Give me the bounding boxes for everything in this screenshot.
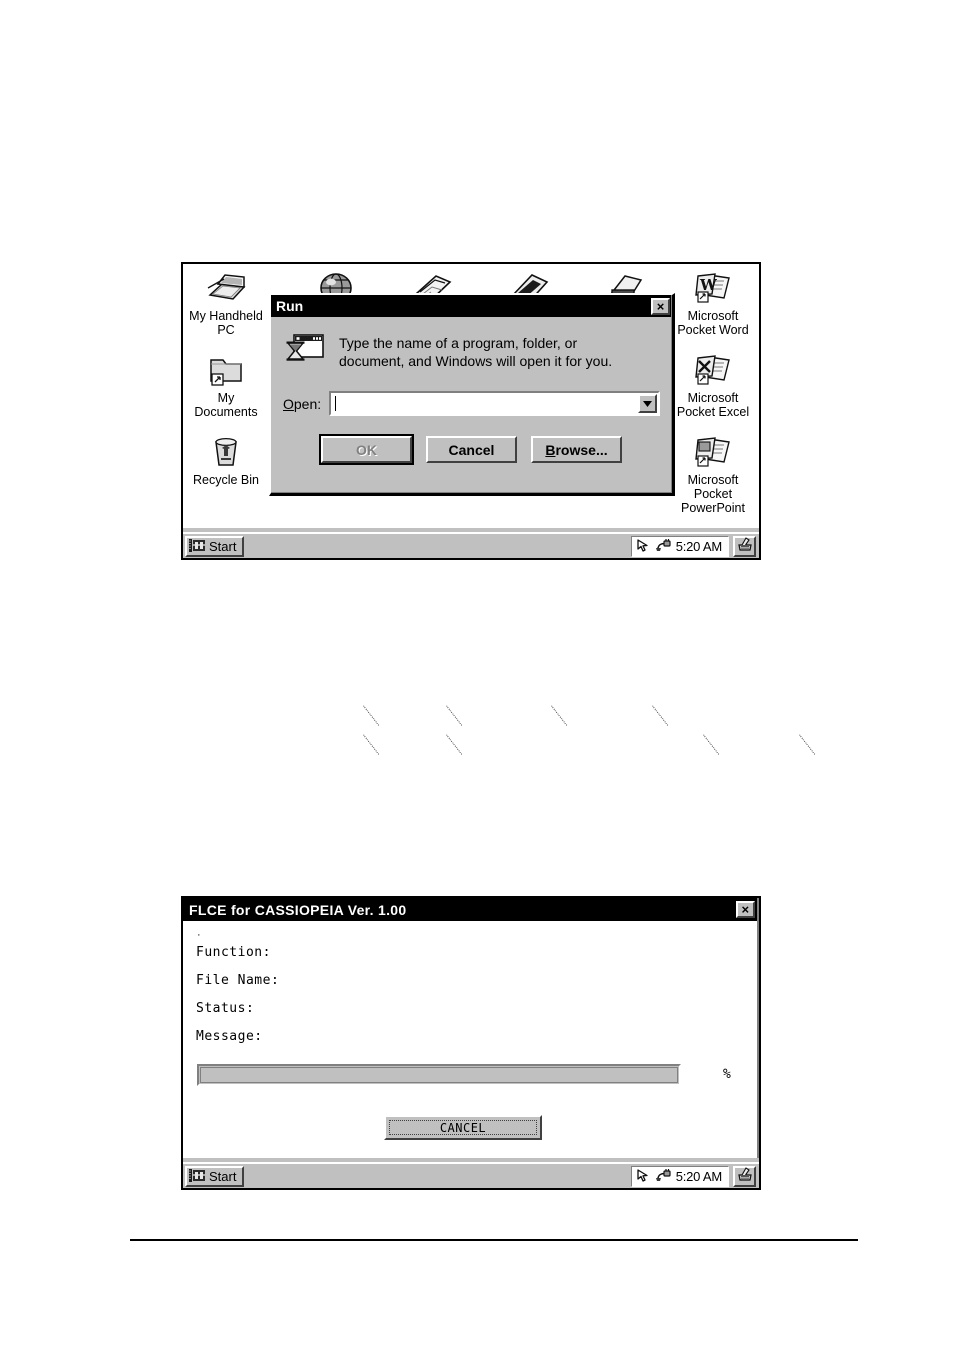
flce-body: · Function: File Name: Status: Message: … <box>183 921 757 1158</box>
cancel-button[interactable]: Cancel <box>426 436 517 463</box>
annotation-slash <box>446 734 463 756</box>
stylus-pointer-icon[interactable] <box>636 1168 651 1186</box>
input-panel-button[interactable] <box>733 1166 756 1187</box>
open-field-label: Open: <box>283 396 321 412</box>
icon-label-line2: PC <box>217 323 235 337</box>
annotation-slash <box>551 705 568 727</box>
text-caret <box>335 396 337 411</box>
open-combobox[interactable] <box>329 391 660 416</box>
browse-button[interactable]: Browse... <box>531 436 622 463</box>
status-label: Status: <box>196 1001 255 1016</box>
close-icon[interactable]: × <box>736 901 755 918</box>
tray-clock: 5:20 AM <box>675 1169 722 1184</box>
tray-clock: 5:20 AM <box>675 539 722 554</box>
desktop-run: My Handheld PC My Documents Recycle Bin … <box>183 264 759 528</box>
screenshot-flce-dialog: FLCE for CASSIOPEIA Ver. 1.00 × · Functi… <box>181 896 761 1190</box>
prompt-line-1: Type the name of a program, folder, or <box>339 335 578 351</box>
start-button-label: Start <box>209 539 237 554</box>
progress-bar-track <box>200 1067 678 1083</box>
powerpoint-document-icon <box>691 432 735 472</box>
annotation-slash <box>799 734 816 756</box>
icon-label-line1: My Handheld <box>189 309 263 323</box>
flce-cancel-button[interactable]: CANCEL <box>384 1115 542 1140</box>
browse-label-rest: rowse... <box>555 441 608 458</box>
device-screen-run: My Handheld PC My Documents Recycle Bin … <box>183 264 759 558</box>
folder-shortcut-icon <box>204 350 248 390</box>
run-dialog-titlebar[interactable]: Run × <box>271 295 672 317</box>
run-hourglass-window-icon <box>283 331 325 374</box>
start-button[interactable]: Start <box>185 1166 245 1187</box>
excel-document-icon <box>691 350 735 390</box>
desktop-icon-microsoft-pocket-powerpoint[interactable]: Microsoft Pocket PowerPoint <box>667 432 759 515</box>
taskbar-flce: Start 5:20 AM <box>183 1162 759 1188</box>
icon-label-line2: Pocket <box>693 487 733 501</box>
icon-label-line1: Microsoft <box>687 309 739 323</box>
ok-button[interactable]: OK <box>321 436 412 463</box>
message-label: Message: <box>196 1029 263 1044</box>
function-label: Function: <box>196 945 271 960</box>
file-name-label: File Name: <box>196 973 280 988</box>
close-icon[interactable]: × <box>651 297 670 315</box>
windows-flag-icon <box>189 1168 206 1186</box>
progress-bar <box>197 1064 681 1086</box>
screenshot-run-dialog: My Handheld PC My Documents Recycle Bin … <box>181 262 761 560</box>
icon-label-line1: Recycle Bin <box>193 473 259 487</box>
ac-power-plug-icon[interactable] <box>655 1168 672 1186</box>
flce-window: FLCE for CASSIOPEIA Ver. 1.00 × · Functi… <box>183 898 759 1158</box>
annotation-slash <box>363 734 380 756</box>
word-document-icon: W <box>691 268 735 308</box>
keyboard-input-panel-icon <box>737 1166 753 1187</box>
prompt-line-2: document, and Windows will open it for y… <box>339 353 613 369</box>
desktop-icon-microsoft-pocket-excel[interactable]: Microsoft Pocket Excel <box>667 350 759 419</box>
icon-label-line1: My <box>217 391 235 405</box>
laptop-icon <box>204 268 248 308</box>
svg-text:W: W <box>699 276 718 294</box>
input-panel-button[interactable] <box>733 536 756 557</box>
desktop-icon-recycle-bin[interactable]: Recycle Bin <box>183 432 272 487</box>
percent-symbol: % <box>723 1067 731 1082</box>
icon-label-line2: Pocket Word <box>677 323 749 337</box>
icon-label-line2: Documents <box>194 405 258 419</box>
run-dialog-title: Run <box>276 298 304 314</box>
chevron-down-icon[interactable] <box>638 394 657 413</box>
windows-flag-icon <box>189 538 206 556</box>
run-dialog-open-row: Open: <box>283 391 660 416</box>
system-tray[interactable]: 5:20 AM <box>630 536 729 557</box>
desktop-icon-my-documents[interactable]: My Documents <box>183 350 272 419</box>
ac-power-plug-icon[interactable] <box>655 538 672 556</box>
annotation-slash <box>652 705 669 727</box>
page-footer-rule <box>130 1239 858 1241</box>
stylus-pointer-icon[interactable] <box>636 538 651 556</box>
flce-titlebar[interactable]: FLCE for CASSIOPEIA Ver. 1.00 × <box>183 898 757 921</box>
start-button[interactable]: Start <box>185 536 245 557</box>
system-tray[interactable]: 5:20 AM <box>630 1166 729 1187</box>
icon-label-line2: Pocket Excel <box>676 405 750 419</box>
stray-tick-mark: · <box>197 929 201 941</box>
run-dialog-prompt: Type the name of a program, folder, or d… <box>283 331 660 374</box>
run-dialog-body: Type the name of a program, folder, or d… <box>271 317 672 473</box>
run-dialog-prompt-text: Type the name of a program, folder, or d… <box>339 331 612 370</box>
desktop-icon-microsoft-pocket-word[interactable]: W Microsoft Pocket Word <box>667 268 759 337</box>
taskbar-run: Start 5:20 AM <box>183 532 759 558</box>
recycle-bin-icon <box>204 432 248 472</box>
browse-label-mnemonic: B <box>545 441 556 458</box>
keyboard-input-panel-icon <box>737 536 753 557</box>
run-dialog-buttons: OK Cancel Browse... <box>283 436 660 463</box>
icon-label-line1: Microsoft <box>687 473 739 487</box>
flce-cancel-label: CANCEL <box>439 1120 487 1135</box>
open-label-rest: pen: <box>293 395 322 412</box>
annotation-slash <box>363 705 380 727</box>
flce-title: FLCE for CASSIOPEIA Ver. 1.00 <box>189 901 407 918</box>
open-label-mnemonic: O <box>283 395 294 412</box>
annotation-slash <box>446 705 463 727</box>
run-dialog: Run × Type the name of a program, folder… <box>269 293 675 496</box>
device-screen-flce: FLCE for CASSIOPEIA Ver. 1.00 × · Functi… <box>183 898 759 1188</box>
start-button-label: Start <box>209 1169 237 1184</box>
annotation-slash <box>703 734 720 756</box>
icon-label-line3: PowerPoint <box>681 501 745 515</box>
icon-label-line1: Microsoft <box>687 391 739 405</box>
desktop-icon-my-handheld-pc[interactable]: My Handheld PC <box>183 268 272 337</box>
